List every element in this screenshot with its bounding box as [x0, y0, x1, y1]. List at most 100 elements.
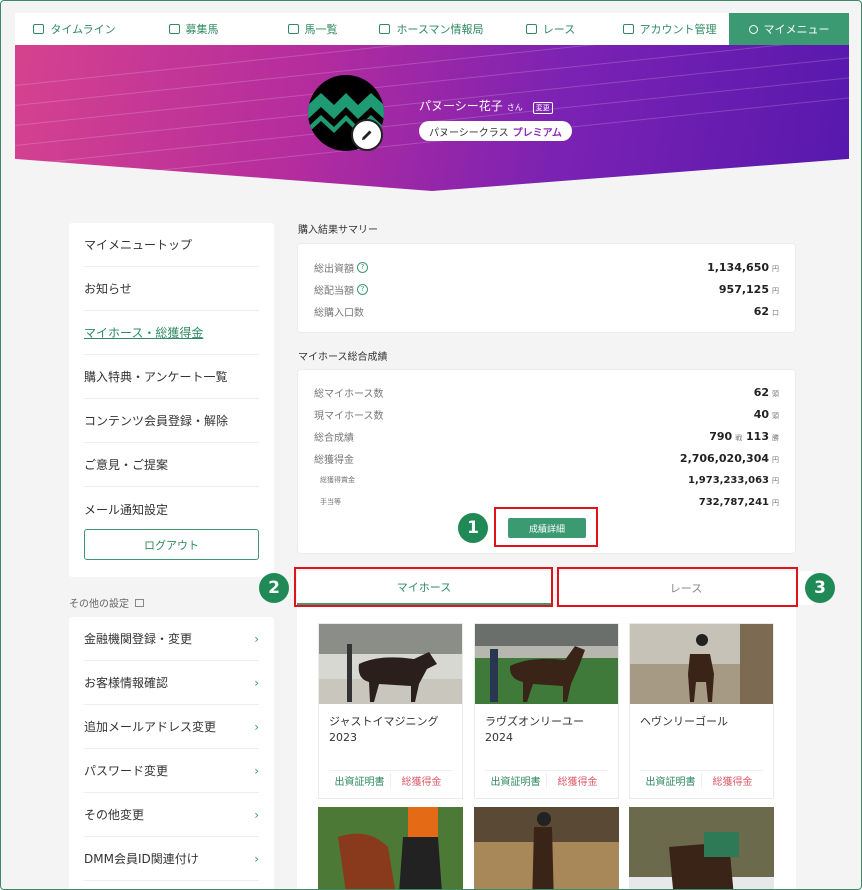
row-value: 957,125 [718, 282, 769, 296]
row-label: 総獲得金 [314, 454, 354, 466]
logout-button[interactable]: ログアウト [84, 529, 259, 560]
row-unit: 頭 [772, 389, 779, 398]
summary-row: 現マイホース数 40 頭 [314, 403, 779, 425]
sidebar-item-label: 追加メールアドレス変更 [84, 720, 217, 734]
horse-links: 出資証明書 総獲得金 [329, 770, 452, 788]
horse-photo [474, 807, 619, 889]
nav-recruit-horses[interactable]: 募集馬 [134, 13, 253, 45]
nav-label: 馬一覧 [304, 23, 338, 36]
purchase-summary-title: 購入結果サマリー [298, 225, 378, 236]
sidebar-item-label: 購入特典・アンケート一覧 [84, 370, 228, 384]
nav-timeline[interactable]: タイムライン [15, 13, 134, 45]
sidebar-item-customer-info[interactable]: お客様情報確認 › [84, 661, 259, 705]
horse-photo [630, 624, 773, 704]
marker-2: 2 [259, 573, 289, 603]
certificate-link[interactable]: 出資証明書 [640, 773, 701, 788]
sidebar-item-label: メール通知設定 [84, 502, 169, 517]
nav-mymenu[interactable]: マイメニュー [729, 13, 849, 45]
horse-card[interactable]: ラヴズオンリーユー2024 出資証明書 総獲得金 [474, 623, 619, 799]
sidebar-item-label: コンテンツ会員登録・解除 [84, 414, 229, 428]
row-value: 40 [753, 407, 769, 421]
honorific: さん [506, 103, 523, 112]
class-prefix: パヌーシークラス [429, 127, 509, 139]
horse-photo [629, 807, 774, 889]
nav-race[interactable]: レース [491, 13, 610, 45]
total-prize-link[interactable]: 総獲得金 [701, 773, 763, 788]
sidebar-item-mymenu-top[interactable]: マイメニュートップ [84, 223, 259, 267]
horse-card[interactable] [474, 807, 619, 889]
horse-card[interactable] [318, 807, 463, 889]
row-value: 113 [746, 429, 769, 443]
sidebar-item-news[interactable]: お知らせ [84, 267, 259, 311]
row-unit: 円 [772, 476, 779, 485]
sidebar-item-label: DMM会員ID関連付け [84, 852, 199, 866]
chevron-right-icon: › [254, 675, 259, 690]
myhorse-summary-title: マイホース総合成績 [298, 352, 388, 363]
horse-list-icon [168, 24, 180, 34]
row-unit: 円 [772, 455, 779, 464]
nav-label: ホースマン情報局 [396, 23, 484, 36]
pencil-icon [362, 130, 372, 140]
sidebar-item-label: お客様情報確認 [84, 676, 169, 690]
change-name-button[interactable]: 変更 [532, 102, 553, 114]
row-value: 1,973,233,063 [688, 474, 769, 486]
timeline-icon [33, 24, 45, 34]
highlight-box-3 [557, 567, 798, 607]
chevron-right-icon: › [254, 631, 259, 646]
nav-horse-list[interactable]: 馬一覧 [253, 13, 372, 45]
horse-card[interactable]: ジャストイマジニング2023 出資証明書 総獲得金 [318, 623, 463, 799]
sidebar-menu: マイメニュートップ お知らせ マイホース・総獲得金 購入特典・アンケート一覧 コ… [69, 223, 274, 577]
sidebar-item-benefits[interactable]: 購入特典・アンケート一覧 [84, 355, 259, 399]
nav-horseman-info[interactable]: ホースマン情報局 [372, 13, 491, 45]
total-prize-link[interactable]: 総獲得金 [390, 773, 452, 788]
certificate-link[interactable]: 出資証明書 [329, 773, 390, 788]
info-icon [379, 24, 391, 34]
sidebar-item-mail-settings[interactable]: メール通知設定 [84, 487, 259, 531]
chevron-right-icon: › [254, 807, 259, 822]
row-unit: 円 [772, 264, 779, 273]
sidebar-item-dmm-link[interactable]: DMM会員ID関連付け › [84, 837, 259, 881]
sidebar-item-feedback[interactable]: ご意見・ご提案 [84, 443, 259, 487]
edit-avatar-button[interactable] [351, 119, 383, 151]
nav-label: マイメニュー [763, 23, 830, 36]
horse-card[interactable] [629, 807, 774, 889]
certificate-link[interactable]: 出資証明書 [485, 773, 546, 788]
nav-account[interactable]: アカウント管理 [610, 13, 729, 45]
sidebar-item-myhorse[interactable]: マイホース・総獲得金 [84, 311, 259, 355]
summary-row: 総マイホース数 62 頭 [314, 381, 779, 403]
row-unit: 勝 [772, 433, 779, 442]
row-value: 732,787,241 [698, 496, 769, 508]
summary-row: 総獲得金 2,706,020,304 円 [314, 447, 779, 469]
row-label: 総配当額 [314, 285, 354, 297]
top-nav: タイムライン 募集馬 馬一覧 ホースマン情報局 レース アカウント管理 マイメニ… [15, 13, 849, 45]
help-icon[interactable]: ? [357, 283, 368, 295]
horse-links: 出資証明書 総獲得金 [485, 770, 608, 788]
horse-name: ジャストイマジニング2023 [329, 715, 439, 744]
race-icon [525, 24, 537, 34]
row-value: 1,134,650 [707, 260, 769, 274]
row-label: 総合成績 [314, 432, 354, 444]
horse-name: ラヴズオンリーユー2024 [485, 715, 584, 744]
other-settings-text: その他の設定 [69, 599, 129, 610]
sidebar-item-bank[interactable]: 金融機関登録・変更 › [84, 617, 259, 661]
sidebar-item-label: マイメニュートップ [84, 238, 193, 252]
row-label: 総出資額 [314, 263, 354, 275]
horse-card[interactable]: ヘヴンリーゴール 出資証明書 総獲得金 [629, 623, 774, 799]
horse-photo [318, 807, 463, 889]
horse-icon [287, 24, 299, 34]
row-label: 総購入口数 [314, 307, 364, 319]
sidebar-item-extra-email[interactable]: 追加メールアドレス変更 › [84, 705, 259, 749]
chevron-right-icon: › [254, 851, 259, 866]
nav-label: アカウント管理 [639, 23, 717, 36]
sidebar-item-label: ご意見・ご提案 [84, 458, 169, 472]
highlight-box-2 [294, 567, 553, 607]
user-icon [748, 24, 758, 34]
row-label: 手当等 [320, 498, 341, 506]
chevron-right-icon: › [254, 763, 259, 778]
sidebar-item-other-changes[interactable]: その他変更 › [84, 793, 259, 837]
total-prize-link[interactable]: 総獲得金 [546, 773, 608, 788]
sidebar-item-content-membership[interactable]: コンテンツ会員登録・解除 [84, 399, 259, 443]
row-value: 2,706,020,304 [679, 451, 769, 465]
help-icon[interactable]: ? [357, 261, 368, 273]
sidebar-item-password[interactable]: パスワード変更 › [84, 749, 259, 793]
